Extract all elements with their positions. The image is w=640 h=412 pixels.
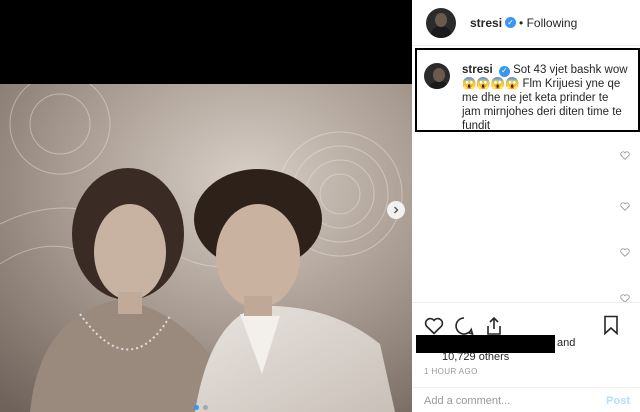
comment-heart-icon[interactable] [620, 151, 630, 160]
heart-icon[interactable] [423, 315, 445, 337]
caption: stresi ✓ Sot 43 vjet bashk wow 😱😱😱😱 Flm … [462, 63, 630, 133]
verified-badge-icon: ✓ [498, 65, 510, 77]
post-timestamp[interactable]: 1 HOUR AGO [424, 367, 478, 376]
comment-input[interactable] [424, 394, 584, 407]
comment-heart-icon[interactable] [620, 202, 630, 211]
follow-status[interactable]: • Following [519, 16, 577, 30]
caption-highlight-box: stresi ✓ Sot 43 vjet bashk wow 😱😱😱😱 Flm … [415, 48, 640, 132]
verified-badge-icon: ✓ [505, 17, 517, 28]
post-photo[interactable] [0, 84, 412, 412]
media-panel [0, 0, 412, 412]
avatar[interactable] [426, 7, 456, 38]
likes-others-link[interactable]: 10,729 others [442, 351, 509, 363]
share-icon[interactable] [483, 315, 505, 337]
likes-summary: and 10,729 others [412, 335, 640, 365]
likes-and: and [557, 337, 576, 349]
caption-avatar[interactable] [424, 63, 450, 89]
photo-illustration [0, 84, 412, 412]
next-arrow-icon[interactable] [387, 201, 405, 219]
carousel-dot [203, 405, 208, 410]
comment-icon[interactable] [453, 315, 475, 337]
carousel-indicator [194, 405, 208, 410]
follow-status-label[interactable]: Following [527, 16, 578, 30]
comment-form: Post [412, 387, 640, 412]
post-header: stresi ✓ • Following [412, 0, 640, 46]
username-link[interactable]: stresi [470, 16, 502, 30]
caption-username[interactable]: stresi [462, 64, 493, 76]
post-button[interactable]: Post [606, 395, 630, 407]
carousel-dot-active [194, 405, 199, 410]
comment-heart-icon[interactable] [620, 248, 630, 257]
bookmark-icon[interactable] [600, 314, 622, 336]
post-actions: and 10,729 others 1 HOUR AGO Post [412, 302, 640, 412]
post-detail-panel: stresi ✓ • Following stresi ✓ Sot 43 vje… [412, 0, 640, 412]
